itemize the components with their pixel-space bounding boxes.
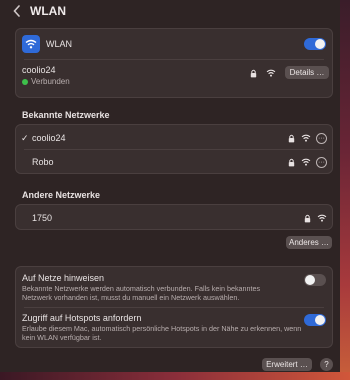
known-networks-card: ✓ coolio24 ··· Robo ··· [15,124,333,174]
other-network-button[interactable]: Anderes … [286,236,332,249]
lock-icon [287,157,295,167]
lock-icon [303,213,311,223]
wifi-signal-icon [301,157,311,167]
desktop-wallpaper-edge [340,0,350,380]
wlan-label: WLAN [46,39,73,49]
hotspot-row: Zugriff auf Hotspots anfordern Erlaube d… [16,311,332,345]
ask-join-title: Auf Netze hinweisen [22,273,105,283]
settings-card: Auf Netze hinweisen Bekannte Netzwerke w… [15,266,333,348]
known-network-name: coolio24 [32,133,66,143]
advanced-button[interactable]: Erweitert … [262,358,312,371]
more-options-icon[interactable]: ··· [316,156,327,168]
details-button[interactable]: Details … [285,66,329,79]
ask-join-description: Bekannte Netzwerke werden automatisch ve… [22,284,261,302]
wifi-signal-icon [317,213,327,223]
current-network-name: coolio24 [22,65,56,75]
known-network-name: Robo [32,157,54,167]
hotspot-toggle[interactable] [304,314,326,326]
connected-status-dot-icon [22,78,28,85]
connection-status: Verbunden [31,77,70,86]
lock-icon [287,133,295,143]
known-network-row[interactable]: ✓ coolio24 ··· [16,129,332,147]
help-button[interactable]: ? [320,358,333,371]
wifi-signal-icon [266,68,276,78]
wlan-toggle[interactable] [304,38,326,50]
wlan-card: WLAN coolio24 Verbunden Details … [15,28,333,98]
other-networks-title: Andere Netzwerke [22,190,101,200]
wlan-settings-window: WLAN WLAN coolio24 Verbunden Details … B… [0,0,340,372]
hotspot-title: Zugriff auf Hotspots anfordern [22,313,142,323]
known-networks-title: Bekannte Netzwerke [22,110,110,120]
hotspot-description: Erlaube diesem Mac, automatisch persönli… [22,324,302,342]
page-title: WLAN [30,4,66,18]
more-options-icon[interactable]: ··· [316,132,327,144]
back-chevron-icon[interactable] [10,4,24,18]
wifi-app-icon [22,35,40,53]
ask-join-row: Auf Netze hinweisen Bekannte Netzwerke w… [16,271,332,305]
desktop-wallpaper-bottom [0,372,350,380]
other-networks-card: 1750 [15,204,333,230]
ask-join-toggle[interactable] [304,274,326,286]
wifi-signal-icon [301,133,311,143]
lock-icon [249,68,257,78]
other-network-name: 1750 [32,213,53,223]
other-network-row[interactable]: 1750 [16,209,332,227]
checkmark-icon: ✓ [21,132,29,143]
header-bar: WLAN [0,0,340,22]
known-network-row[interactable]: Robo ··· [16,153,332,171]
